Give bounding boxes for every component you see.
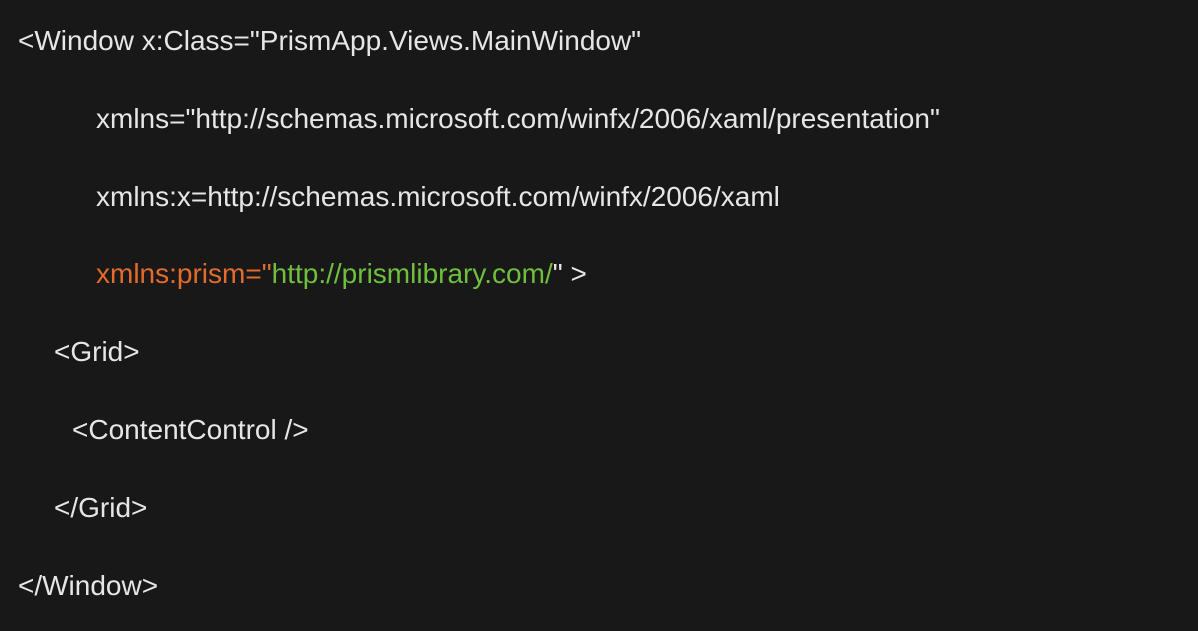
code-line-xmlns-x: xmlns:x=http://schemas.microsoft.com/win… bbox=[18, 178, 1180, 216]
code-line-xmlns-default: xmlns="http://schemas.microsoft.com/winf… bbox=[18, 100, 1180, 138]
code-line-window-open: <Window x:Class="PrismApp.Views.MainWind… bbox=[18, 22, 1180, 60]
code-line-window-close: </Window> bbox=[18, 567, 1180, 605]
code-line-grid-close: </Grid> bbox=[18, 489, 1180, 527]
code-line-contentcontrol: <ContentControl /> bbox=[18, 411, 1180, 449]
code-line-grid-open: <Grid> bbox=[18, 333, 1180, 371]
xaml-code-snippet: <Window x:Class="PrismApp.Views.MainWind… bbox=[18, 22, 1180, 604]
xmlns-prism-url: http://prismlibrary.com/ bbox=[272, 258, 553, 289]
xmlns-prism-attr: xmlns:prism=" bbox=[96, 258, 272, 289]
xmlns-prism-close: " > bbox=[553, 258, 587, 289]
code-line-xmlns-prism: xmlns:prism="http://prismlibrary.com/" > bbox=[18, 255, 1180, 293]
